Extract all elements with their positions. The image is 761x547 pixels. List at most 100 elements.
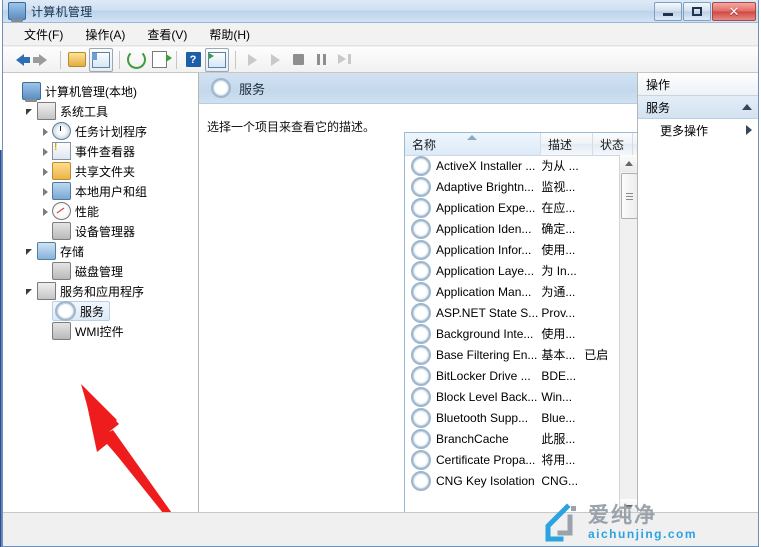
tree-item-11[interactable]: 服务 bbox=[9, 301, 198, 321]
maximize-button[interactable] bbox=[683, 2, 711, 21]
pause-service-button[interactable] bbox=[310, 49, 332, 71]
tree-item-label: 磁盘管理 bbox=[75, 264, 124, 279]
tree-expander-icon[interactable] bbox=[24, 105, 37, 118]
table-row[interactable]: Background Inte... 使用... bbox=[405, 323, 620, 344]
tree-item-content: 服务和应用程序 bbox=[37, 282, 144, 300]
tree-expander-icon[interactable] bbox=[39, 145, 52, 158]
tree-item-5[interactable]: 本地用户和组 bbox=[9, 181, 198, 201]
service-icon bbox=[411, 428, 431, 449]
back-button[interactable] bbox=[9, 49, 31, 71]
column-header-status[interactable]: 状态 bbox=[593, 133, 633, 155]
cell-desc: 监视... bbox=[541, 180, 576, 194]
site-watermark: 爱纯净 aichunjing.com bbox=[540, 501, 755, 545]
tree-item-label: WMI控件 bbox=[75, 324, 124, 339]
back-arrow-icon bbox=[16, 53, 30, 66]
resume-service-button[interactable] bbox=[264, 49, 286, 71]
start-service-button[interactable] bbox=[241, 49, 263, 71]
menu-view[interactable]: 查看(V) bbox=[136, 24, 198, 45]
forward-button[interactable] bbox=[32, 49, 54, 71]
table-row[interactable]: ASP.NET State S... Prov... bbox=[405, 302, 620, 323]
tree-item-content: WMI控件 bbox=[52, 322, 124, 340]
tree-item-label: 服务 bbox=[80, 304, 105, 319]
table-row[interactable]: Application Infor... 使用... bbox=[405, 239, 620, 260]
list-vertical-scrollbar[interactable] bbox=[619, 155, 637, 516]
service-icon bbox=[411, 386, 431, 407]
tree-item-12[interactable]: WMI控件 bbox=[9, 321, 198, 341]
menu-help[interactable]: 帮助(H) bbox=[198, 24, 261, 45]
table-row[interactable]: Adaptive Brightn... 监视... bbox=[405, 176, 620, 197]
tree-item-1[interactable]: 系统工具 bbox=[9, 101, 198, 121]
cell-name: Application Man... bbox=[436, 284, 532, 299]
cell-name: Application Expe... bbox=[436, 200, 536, 215]
tree-expander-icon[interactable] bbox=[39, 165, 52, 178]
table-row[interactable]: Application Iden... 确定... bbox=[405, 218, 620, 239]
wmi-control-icon bbox=[52, 322, 71, 340]
action-more-actions[interactable]: 更多操作 bbox=[638, 119, 758, 141]
service-icon bbox=[411, 365, 431, 386]
services-header: 服务 bbox=[199, 73, 637, 104]
tree-item-7[interactable]: 设备管理器 bbox=[9, 221, 198, 241]
column-header-description[interactable]: 描述 bbox=[541, 133, 593, 155]
menu-file[interactable]: 文件(F) bbox=[13, 24, 74, 45]
table-row[interactable]: BitLocker Drive ... BDE... bbox=[405, 365, 620, 386]
column-header-name-label: 名称 bbox=[412, 137, 437, 152]
tree-item-3[interactable]: 事件查看器 bbox=[9, 141, 198, 161]
scroll-up-button[interactable] bbox=[620, 155, 637, 172]
services-icon bbox=[55, 301, 76, 321]
tree-expander-icon[interactable] bbox=[24, 245, 37, 258]
tree-item-8[interactable]: 存储 bbox=[9, 241, 198, 261]
column-header-name[interactable]: 名称 bbox=[405, 133, 541, 155]
close-button[interactable]: ✕ bbox=[712, 2, 756, 21]
table-row[interactable]: Application Laye... 为 In... bbox=[405, 260, 620, 281]
show-properties-button[interactable] bbox=[89, 47, 113, 72]
service-icon bbox=[411, 239, 431, 260]
tree-item-9[interactable]: 磁盘管理 bbox=[9, 261, 198, 281]
tree-expander-icon[interactable] bbox=[39, 205, 52, 218]
tree-item-10[interactable]: 服务和应用程序 bbox=[9, 281, 198, 301]
export-list-button[interactable] bbox=[148, 49, 170, 71]
table-row[interactable]: Application Man... 为通... bbox=[405, 281, 620, 302]
tree-item-content: 服务 bbox=[52, 301, 111, 321]
actions-group-services[interactable]: 服务 bbox=[638, 96, 758, 119]
table-row[interactable]: Certificate Propa... 将用... bbox=[405, 449, 620, 470]
up-one-level-button[interactable] bbox=[66, 49, 88, 71]
tree-item-2[interactable]: 任务计划程序 bbox=[9, 121, 198, 141]
refresh-button[interactable] bbox=[125, 49, 147, 71]
cell-desc: 确定... bbox=[541, 222, 576, 236]
watermark-cn: 爱纯净 bbox=[588, 503, 657, 527]
table-row[interactable]: Application Expe... 在应... bbox=[405, 197, 620, 218]
tree-item-label: 计算机管理(本地) bbox=[45, 84, 137, 99]
table-row[interactable]: Block Level Back... Win... bbox=[405, 386, 620, 407]
cell-desc: 基本... bbox=[541, 348, 576, 362]
event-viewer-icon bbox=[52, 142, 71, 160]
tree-item-0[interactable]: 计算机管理(本地) bbox=[9, 81, 198, 102]
table-row[interactable]: ActiveX Installer ... 为从 ... bbox=[405, 155, 620, 176]
pause-service-icon bbox=[316, 54, 327, 65]
toolbar-separator bbox=[119, 50, 120, 69]
minimize-button[interactable] bbox=[654, 2, 682, 21]
table-row[interactable]: Base Filtering En... 基本... 已启 bbox=[405, 344, 620, 365]
tree-expander-icon[interactable] bbox=[39, 185, 52, 198]
tree-item-6[interactable]: 性能 bbox=[9, 201, 198, 221]
tree-item-label: 服务和应用程序 bbox=[60, 284, 145, 299]
cell-name: Application Iden... bbox=[436, 221, 532, 236]
action-more-actions-label: 更多操作 bbox=[660, 123, 709, 138]
vertical-scroll-thumb[interactable] bbox=[621, 173, 637, 219]
services-list-view: 名称 描述 状态 ActiveX Installer ... 为从 ... Adap… bbox=[404, 132, 637, 516]
menu-action[interactable]: 操作(A) bbox=[74, 24, 136, 45]
table-row[interactable]: BranchCache 此服... bbox=[405, 428, 620, 449]
table-row[interactable]: CNG Key Isolation CNG... bbox=[405, 470, 620, 491]
service-icon bbox=[411, 281, 431, 302]
cell-name: CNG Key Isolation bbox=[436, 473, 535, 488]
stop-service-button[interactable] bbox=[287, 49, 309, 71]
cell-desc: 将用... bbox=[541, 453, 576, 467]
console-tree-button[interactable] bbox=[205, 47, 229, 72]
tree-expander-icon[interactable] bbox=[24, 285, 37, 298]
tree-item-4[interactable]: 共享文件夹 bbox=[9, 161, 198, 181]
device-manager-icon bbox=[52, 222, 71, 240]
restart-service-button[interactable] bbox=[333, 49, 355, 71]
help-button[interactable]: ? bbox=[182, 49, 204, 71]
tree-item-content: 系统工具 bbox=[37, 102, 108, 120]
table-row[interactable]: Bluetooth Supp... Blue... bbox=[405, 407, 620, 428]
tree-expander-icon[interactable] bbox=[39, 125, 52, 138]
